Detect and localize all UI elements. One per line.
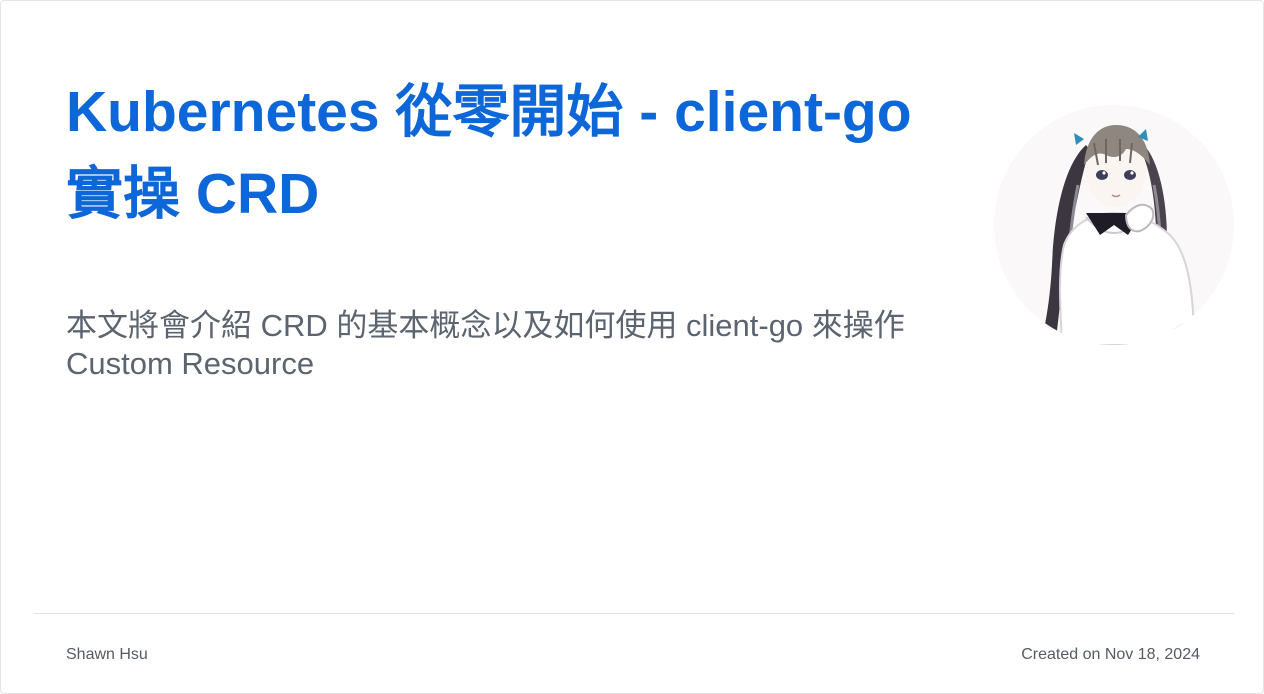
- created-date: Created on Nov 18, 2024: [1021, 646, 1200, 663]
- post-title: Kubernetes 從零開始 - client-go 實操 CRD: [66, 80, 912, 226]
- author-avatar: [994, 105, 1234, 345]
- footer-divider: [33, 613, 1234, 614]
- author-name: Shawn Hsu: [66, 646, 148, 663]
- anime-character-avatar-icon: [1042, 125, 1196, 345]
- post-description: 本文將會介紹 CRD 的基本概念以及如何使用 client-go 來操作 Cus…: [66, 308, 905, 381]
- post-card: Kubernetes 從零開始 - client-go 實操 CRD 本文將會介…: [0, 0, 1264, 694]
